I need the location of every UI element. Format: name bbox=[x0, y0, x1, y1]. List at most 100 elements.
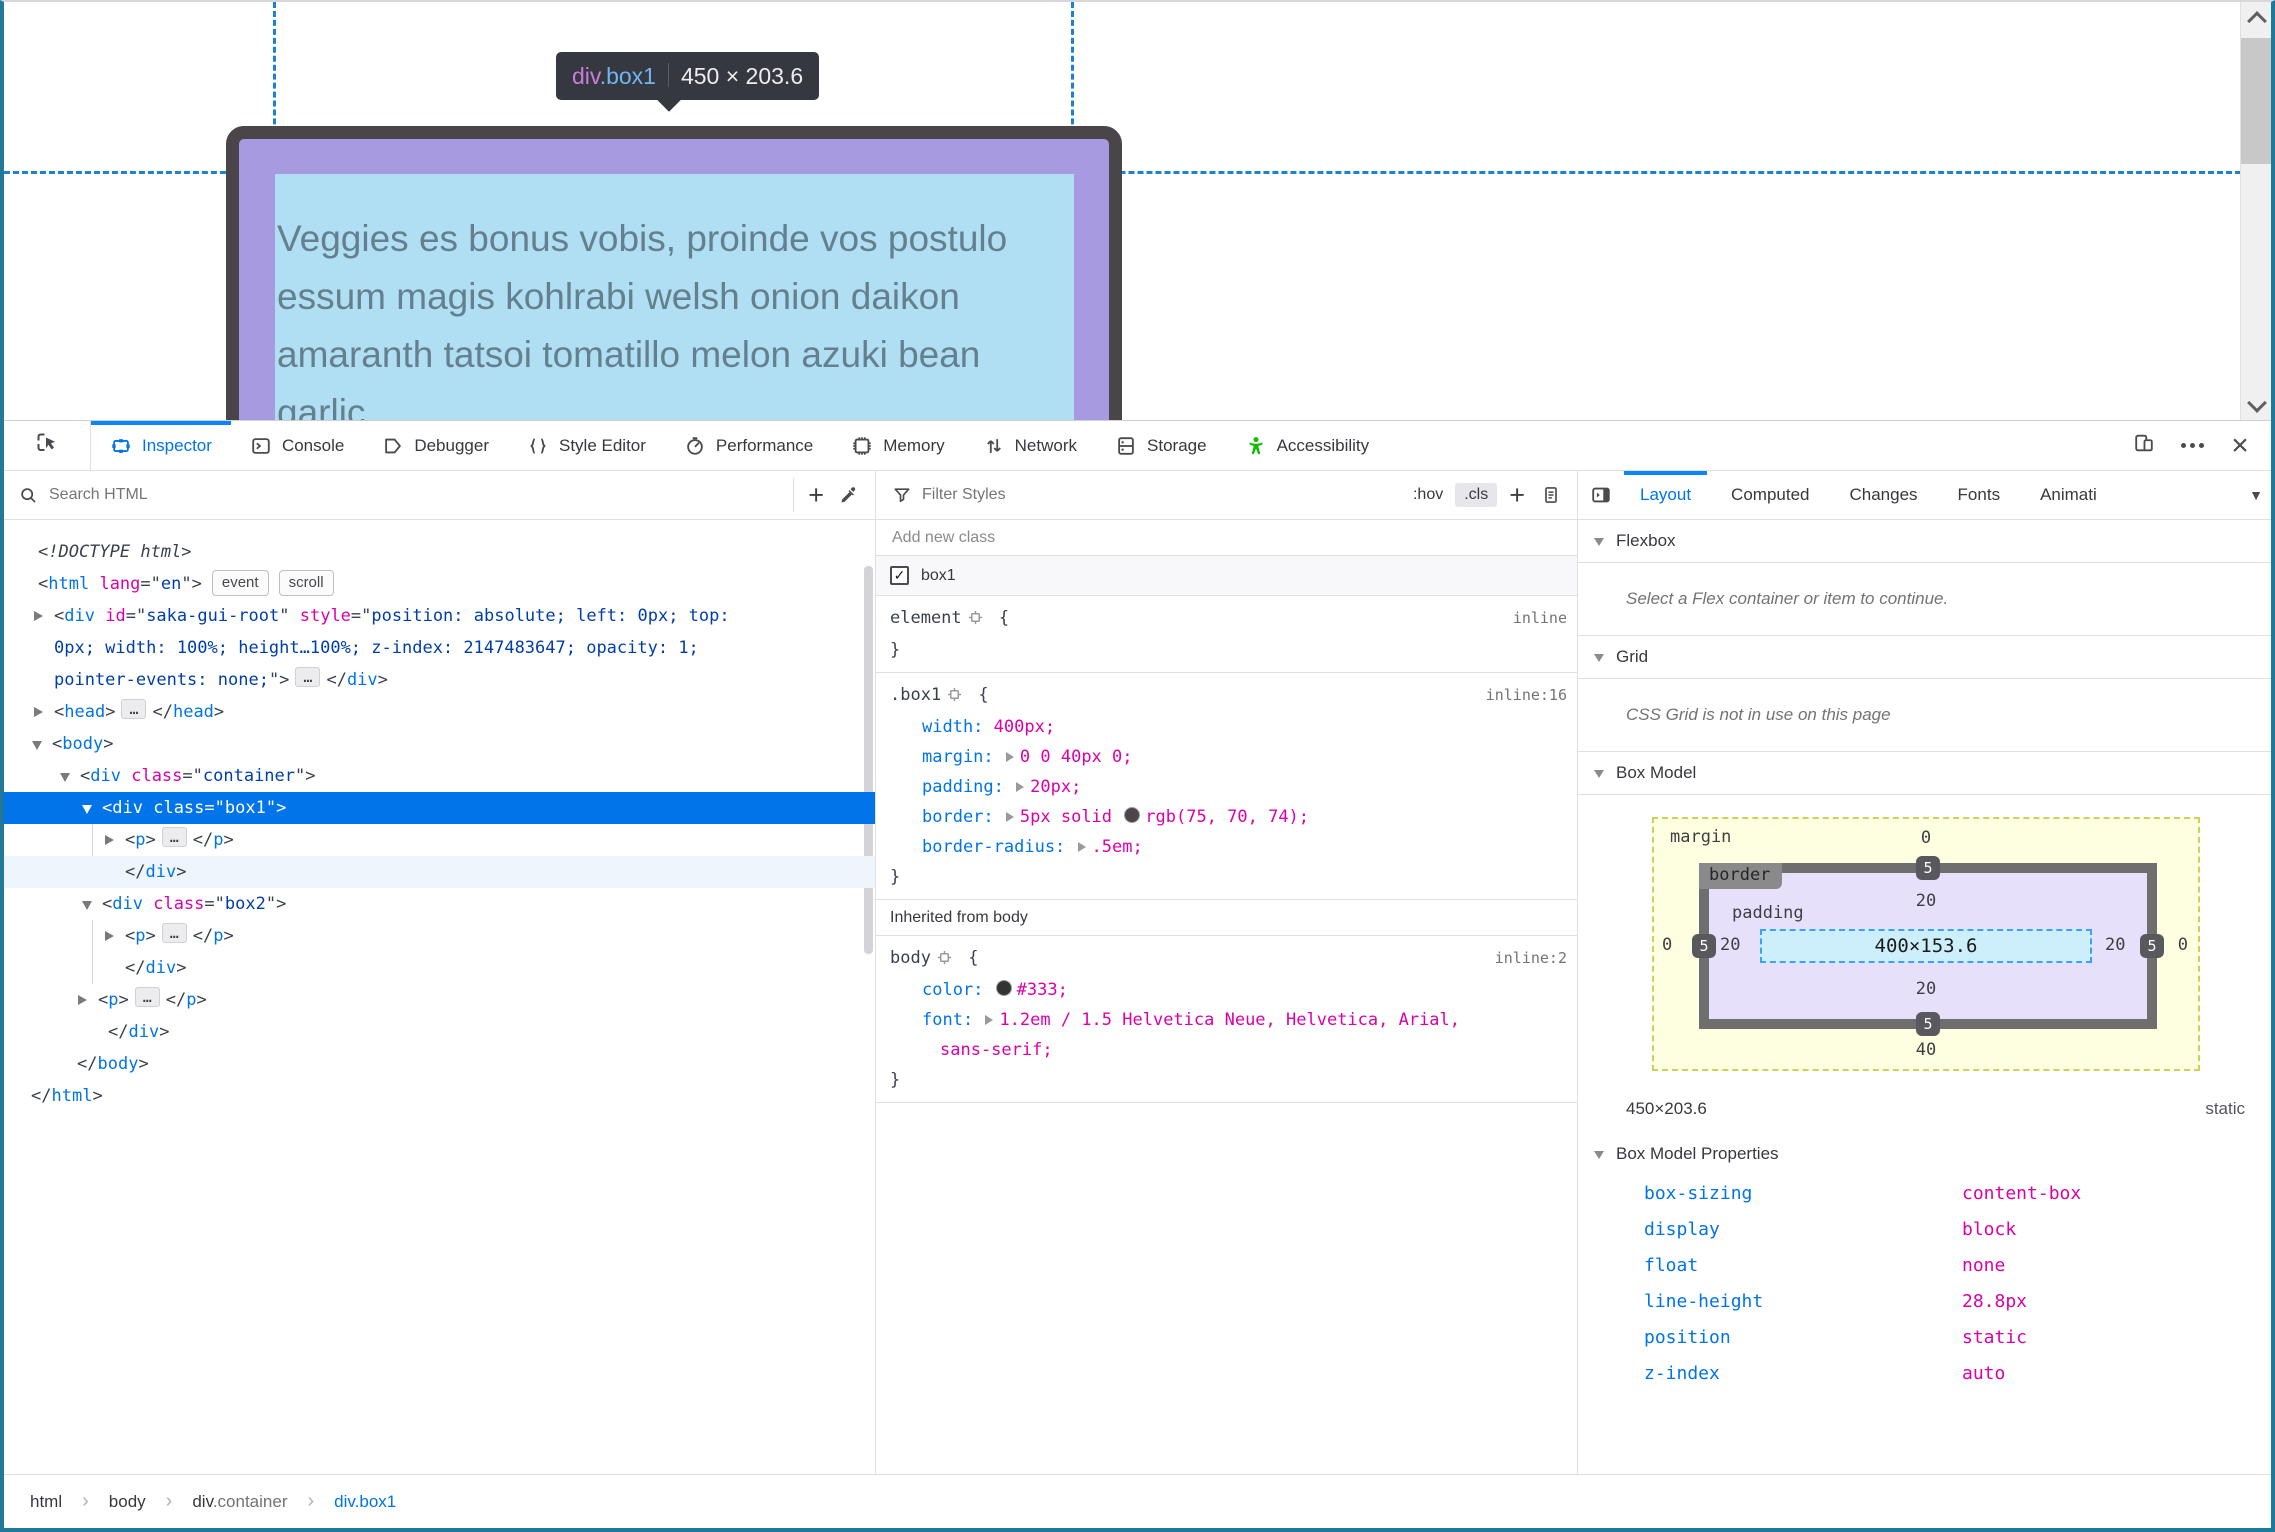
breadcrumb-item[interactable]: body bbox=[109, 1492, 146, 1512]
expander-open-icon[interactable] bbox=[60, 773, 70, 782]
padding-right-value[interactable]: 20 bbox=[2105, 935, 2125, 955]
meatball-menu-button[interactable] bbox=[2171, 425, 2213, 467]
tab-changes[interactable]: Changes bbox=[1829, 471, 1937, 519]
margin-bottom-value[interactable]: 40 bbox=[1654, 1040, 2198, 1060]
property-value[interactable]: .5em bbox=[1092, 837, 1133, 857]
tab-memory[interactable]: Memory bbox=[832, 421, 963, 470]
css-declaration[interactable]: padding: 20px; bbox=[876, 772, 1577, 802]
rule-source-link[interactable]: inline:2 bbox=[1495, 943, 1567, 973]
boxmodel-property-row[interactable]: box-sizing content-box bbox=[1578, 1175, 2271, 1211]
padding-bottom-value[interactable]: 20 bbox=[1654, 979, 2198, 999]
expand-value-icon[interactable] bbox=[1016, 782, 1025, 792]
tab-network[interactable]: Network bbox=[964, 421, 1096, 470]
boxmodel-property-name[interactable]: display bbox=[1644, 1219, 1962, 1240]
expander-closed-icon[interactable] bbox=[34, 707, 43, 717]
event-badge[interactable]: scroll bbox=[278, 570, 334, 596]
markup-node[interactable]: </div> bbox=[4, 1016, 875, 1048]
markup-node[interactable]: pointer-events: none;">… </div> bbox=[4, 664, 875, 696]
scrollbar-thumb[interactable] bbox=[2241, 38, 2271, 164]
expander-open-icon[interactable] bbox=[82, 901, 92, 910]
tab-layout[interactable]: Layout bbox=[1620, 471, 1711, 519]
border-top-value[interactable]: 5 bbox=[1916, 856, 1940, 880]
filter-styles-input[interactable]: Filter Styles bbox=[922, 486, 1006, 504]
boxmodel-property-name[interactable]: float bbox=[1644, 1255, 1962, 1276]
rule-source-link[interactable]: inline:16 bbox=[1486, 680, 1567, 710]
markup-node[interactable]: <div class="container"> bbox=[4, 760, 875, 792]
boxmodel-property-row[interactable]: float none bbox=[1578, 1247, 2271, 1283]
inline-text-ellipsis[interactable]: … bbox=[295, 667, 321, 687]
markup-node[interactable]: <div class="box2"> bbox=[4, 888, 875, 920]
border-right-value[interactable]: 5 bbox=[2140, 934, 2164, 958]
expander-open-icon[interactable] bbox=[32, 741, 42, 750]
tab-style-editor[interactable]: Style Editor bbox=[508, 421, 665, 470]
boxmodel-property-name[interactable]: line-height bbox=[1644, 1291, 1962, 1312]
markup-node[interactable]: <body> bbox=[4, 728, 875, 760]
scroll-up-icon[interactable] bbox=[2247, 11, 2267, 31]
property-value[interactable]: sans-serif; bbox=[940, 1040, 1053, 1060]
markup-node[interactable]: </html> bbox=[4, 1080, 875, 1112]
expander-closed-icon[interactable] bbox=[105, 931, 114, 941]
expander-open-icon[interactable] bbox=[82, 805, 92, 814]
property-name[interactable]: padding: bbox=[922, 777, 1004, 797]
grid-section-header[interactable]: Grid bbox=[1578, 636, 2271, 679]
tab-console[interactable]: Console bbox=[231, 421, 363, 470]
add-rule-button[interactable]: + bbox=[1509, 481, 1525, 509]
search-input[interactable]: Search HTML bbox=[49, 486, 148, 504]
markup-node[interactable]: 0px; width: 100%; height…100%; z-index: … bbox=[4, 632, 875, 664]
boxmodel-property-row[interactable]: display block bbox=[1578, 1211, 2271, 1247]
tab-fonts[interactable]: Fonts bbox=[1938, 471, 2021, 519]
inline-text-ellipsis[interactable]: … bbox=[134, 987, 160, 1007]
selector-highlighter-icon[interactable] bbox=[947, 682, 962, 712]
event-badge[interactable]: event bbox=[211, 570, 269, 596]
tab-animati[interactable]: Animati bbox=[2020, 471, 2117, 519]
sidebar-toggle-button[interactable] bbox=[1590, 484, 1612, 506]
breadcrumb-item[interactable]: div.container bbox=[192, 1492, 287, 1512]
boxmodel-property-name[interactable]: box-sizing bbox=[1644, 1183, 1962, 1204]
inline-text-ellipsis[interactable]: … bbox=[161, 923, 187, 943]
property-name[interactable]: border: bbox=[922, 807, 994, 827]
expand-value-icon[interactable] bbox=[1005, 752, 1014, 762]
markup-node[interactable]: <head>… </head> bbox=[4, 696, 875, 728]
css-declaration-wrap[interactable]: sans-serif; bbox=[876, 1035, 1577, 1065]
property-value[interactable]: 5px solid bbox=[1020, 807, 1122, 827]
boxmodel-section-header[interactable]: Box Model bbox=[1578, 752, 2271, 795]
boxmodel-property-row[interactable]: position static bbox=[1578, 1319, 2271, 1355]
markup-node[interactable]: <p>… </p> bbox=[4, 824, 875, 856]
css-declaration[interactable]: color: #333; bbox=[876, 975, 1577, 1005]
expander-closed-icon[interactable] bbox=[34, 611, 43, 621]
expand-value-icon[interactable] bbox=[1005, 812, 1014, 822]
rule-selector[interactable]: .box1 bbox=[890, 685, 941, 705]
css-declaration[interactable]: font: 1.2em / 1.5 Helvetica Neue, Helvet… bbox=[876, 1005, 1577, 1035]
expand-value-icon[interactable] bbox=[985, 1015, 994, 1025]
responsive-design-mode-button[interactable] bbox=[2123, 425, 2165, 467]
color-swatch[interactable] bbox=[1124, 807, 1141, 823]
markup-node[interactable]: <!DOCTYPE html> bbox=[4, 536, 875, 568]
margin-right-value[interactable]: 0 bbox=[2178, 935, 2188, 955]
property-name[interactable]: font: bbox=[922, 1010, 973, 1030]
markup-node[interactable]: <p>… </p> bbox=[4, 984, 875, 1016]
add-new-class-input[interactable]: Add new class bbox=[876, 520, 1577, 556]
eyedropper-button[interactable] bbox=[838, 485, 859, 506]
checkbox-checked-icon[interactable]: ✓ bbox=[890, 566, 909, 585]
color-swatch[interactable] bbox=[995, 980, 1012, 996]
property-value[interactable]: #333 bbox=[1017, 980, 1058, 1000]
markup-node-selected[interactable]: <div class="box1"> bbox=[4, 792, 875, 824]
tab-performance[interactable]: Performance bbox=[665, 421, 832, 470]
tab-accessibility[interactable]: Accessibility bbox=[1226, 421, 1389, 470]
content-box[interactable]: 400×153.6 bbox=[1760, 929, 2092, 963]
margin-left-value[interactable]: 0 bbox=[1662, 935, 1672, 955]
markup-node[interactable]: <html lang="en"> event scroll bbox=[4, 568, 875, 600]
pick-element-button[interactable] bbox=[4, 421, 91, 470]
property-value[interactable]: 0 0 40px 0 bbox=[1020, 747, 1122, 767]
page-scrollbar[interactable] bbox=[2240, 2, 2271, 420]
breadcrumb-item[interactable]: html bbox=[30, 1492, 62, 1512]
box-model-diagram[interactable]: margin 0 0 0 40 border padding 20 20 20 … bbox=[1652, 817, 2200, 1071]
property-name[interactable]: margin: bbox=[922, 747, 994, 767]
property-value[interactable]: 1.2em / 1.5 Helvetica Neue, Helvetica, A… bbox=[999, 1010, 1460, 1030]
print-media-button[interactable] bbox=[1541, 485, 1561, 505]
rule-selector[interactable]: body bbox=[890, 948, 931, 968]
add-node-button[interactable]: + bbox=[808, 481, 824, 509]
property-name[interactable]: border-radius: bbox=[922, 837, 1065, 857]
markup-node[interactable]: </div> bbox=[4, 856, 875, 888]
property-name[interactable]: color: bbox=[922, 980, 983, 1000]
